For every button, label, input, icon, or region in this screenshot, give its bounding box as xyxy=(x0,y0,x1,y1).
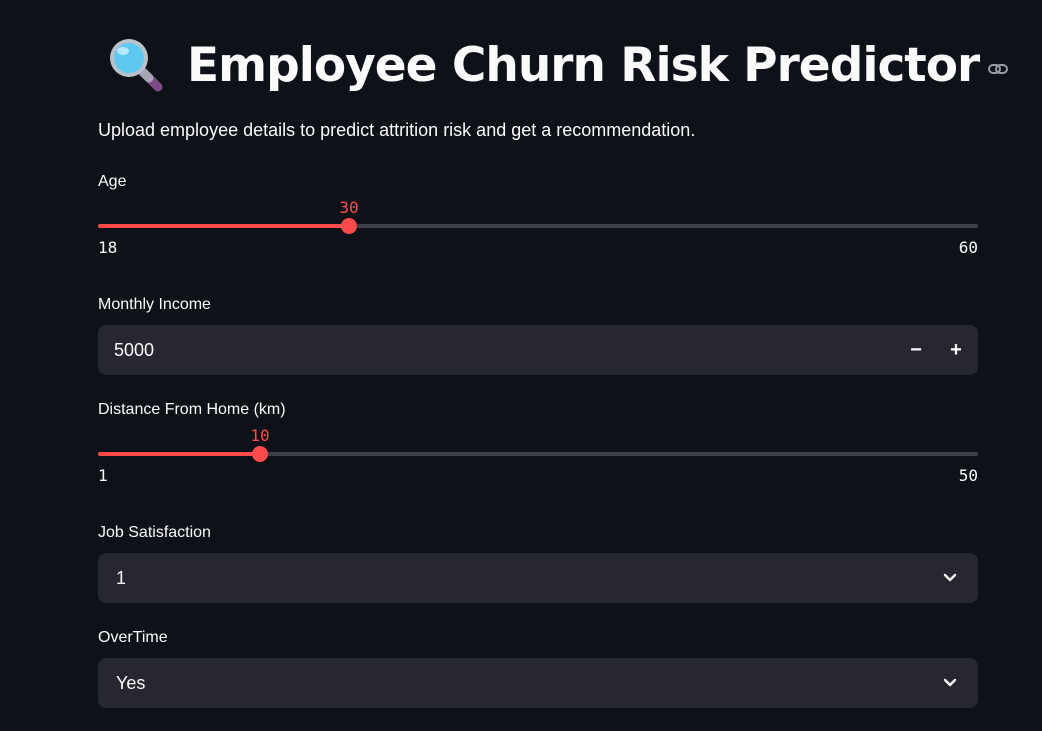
monthly-income-label: Monthly Income xyxy=(98,296,211,313)
overtime-label: OverTime xyxy=(98,629,168,646)
slider-value: 30 xyxy=(339,198,359,217)
title-row: Employee Churn Risk Predictor xyxy=(105,30,1009,100)
increment-button[interactable]: + xyxy=(936,325,976,375)
chevron-down-icon xyxy=(940,568,960,588)
monthly-income-input[interactable] xyxy=(98,324,896,376)
monthly-income-stepper: − + xyxy=(98,324,978,376)
slider-fill xyxy=(98,224,349,228)
slider-fill xyxy=(98,452,260,456)
app-page: Employee Churn Risk Predictor Upload emp… xyxy=(0,0,1042,731)
overtime-select[interactable]: Yes xyxy=(98,658,978,708)
slider-value: 10 xyxy=(250,426,270,445)
job-satisfaction-select[interactable]: 1 xyxy=(98,553,978,603)
slider-max: 50 xyxy=(958,466,978,485)
age-slider[interactable]: 30 18 60 xyxy=(98,198,978,258)
select-value: 1 xyxy=(116,567,127,588)
slider-thumb[interactable] xyxy=(252,446,268,462)
distance-label: Distance From Home (km) xyxy=(98,401,286,418)
slider-thumb[interactable] xyxy=(341,218,357,234)
select-value: Yes xyxy=(116,672,146,693)
decrement-button[interactable]: − xyxy=(896,325,936,375)
age-label: Age xyxy=(98,173,127,190)
page-subtitle: Upload employee details to predict attri… xyxy=(98,120,696,140)
slider-min: 1 xyxy=(98,466,108,485)
job-satisfaction-label: Job Satisfaction xyxy=(98,524,211,541)
slider-min: 18 xyxy=(98,238,118,257)
page-title: Employee Churn Risk Predictor xyxy=(187,37,980,93)
slider-max: 60 xyxy=(958,238,978,257)
distance-slider[interactable]: 10 1 50 xyxy=(98,426,978,486)
magnifying-glass-icon xyxy=(105,34,167,96)
link-icon[interactable] xyxy=(987,58,1009,80)
chevron-down-icon xyxy=(940,673,960,693)
